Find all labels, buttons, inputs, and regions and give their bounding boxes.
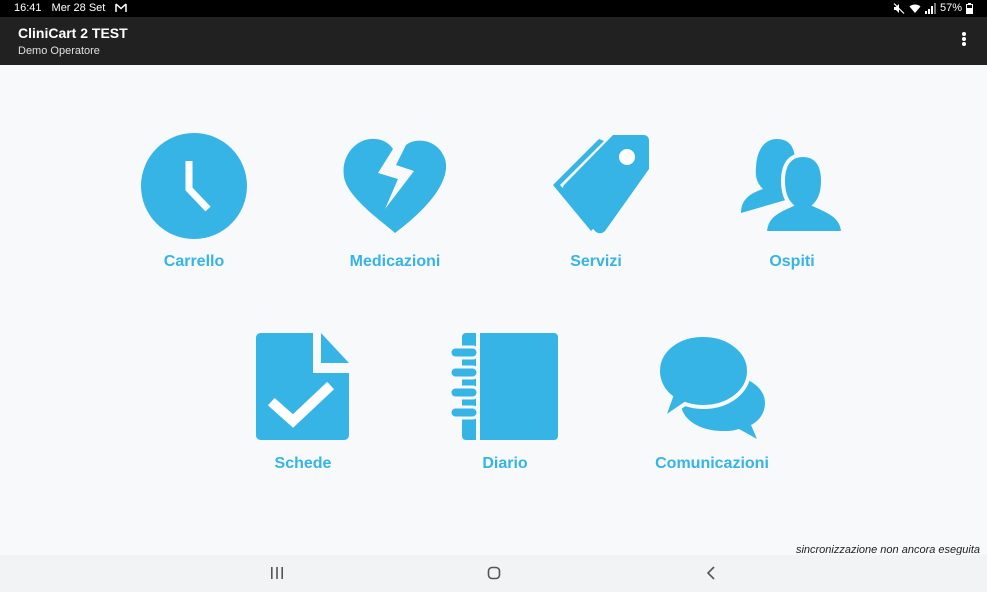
menu-item-medicazioni[interactable]: Medicazioni: [320, 133, 470, 271]
menu-item-servizi[interactable]: Servizi: [521, 133, 671, 271]
recent-apps-button[interactable]: [265, 563, 289, 583]
battery-icon: [966, 2, 973, 14]
checklist-document-icon: [256, 333, 349, 440]
wifi-icon: [909, 3, 921, 14]
users-icon: [741, 139, 846, 235]
menu-label: Schede: [274, 455, 332, 472]
back-icon: [706, 566, 715, 580]
status-time: 16:41: [14, 2, 42, 14]
mute-icon: [893, 2, 905, 14]
more-vert-dot: [962, 32, 966, 36]
menu-label: Diario: [482, 455, 528, 472]
operator-name: Demo Operatore: [18, 45, 100, 57]
gmail-notification-icon: [115, 3, 128, 13]
menu-item-diario[interactable]: Diario: [430, 333, 580, 473]
system-nav-bar: [0, 555, 987, 592]
tags-icon: [553, 135, 649, 234]
status-right: 57%: [893, 2, 973, 14]
battery-percent: 57%: [939, 2, 962, 14]
app-bar: CliniCart 2 TEST Demo Operatore: [0, 17, 987, 65]
menu-label: Servizi: [570, 253, 622, 270]
menu-label: Ospiti: [769, 253, 815, 270]
app-title: CliniCart 2 TEST: [18, 25, 128, 41]
notebook-icon: [450, 333, 558, 440]
home-button[interactable]: [482, 563, 506, 583]
menu-item-schede[interactable]: Schede: [228, 333, 378, 473]
overflow-menu-button[interactable]: [955, 32, 973, 50]
menu-item-ospiti[interactable]: Ospiti: [717, 133, 867, 271]
broken-heart-icon: [343, 138, 447, 233]
more-vert-dot: [962, 42, 966, 46]
home-icon: [487, 566, 501, 580]
menu-label: Carrello: [163, 253, 225, 270]
more-vert-dot: [962, 37, 966, 41]
menu-label: Comunicazioni: [655, 455, 769, 472]
signal-icon: [924, 2, 936, 14]
status-left: 16:41 Mer 28 Set: [14, 2, 128, 14]
chat-bubbles-icon: [657, 333, 765, 439]
main-menu: Carrello Medicazioni Servizi Ospiti Sche…: [0, 65, 987, 555]
back-button[interactable]: [699, 563, 723, 583]
menu-label: Medicazioni: [349, 253, 441, 270]
menu-item-carrello[interactable]: Carrello: [119, 133, 269, 271]
recent-apps-icon: [271, 567, 283, 579]
status-bar: 16:41 Mer 28 Set 57%: [0, 0, 987, 17]
clock-icon: [141, 133, 247, 239]
menu-item-comunicazioni[interactable]: Comunicazioni: [637, 333, 787, 473]
status-date: Mer 28 Set: [51, 2, 106, 14]
